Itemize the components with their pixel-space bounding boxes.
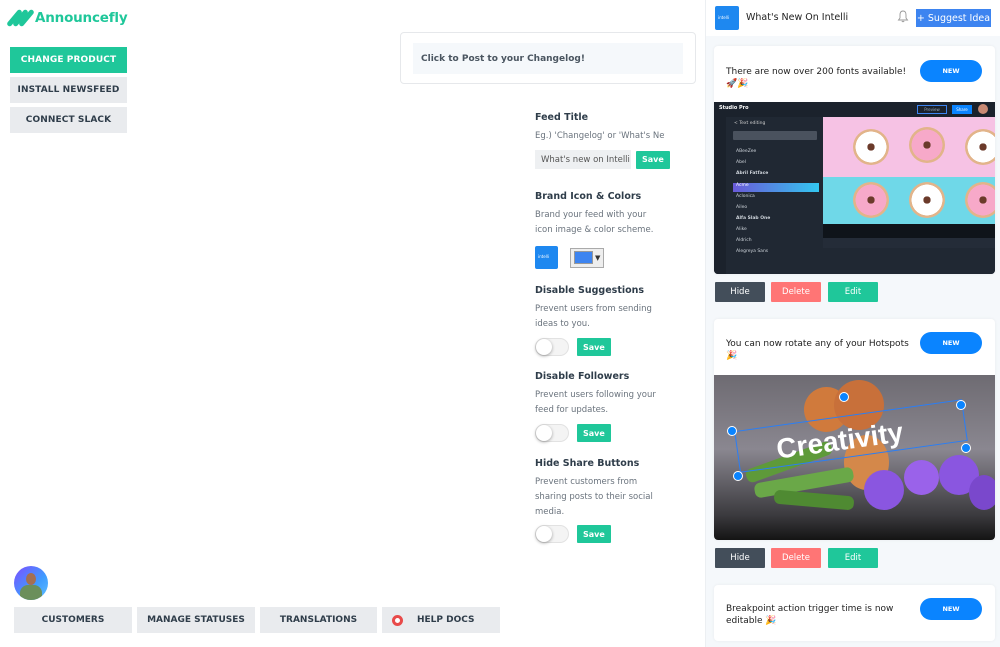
caret-down-icon: ▼ (595, 253, 601, 262)
post-text: You can now rotate any of your Hotspots … (726, 339, 909, 361)
disable-followers-save-button[interactable]: Save (577, 424, 611, 442)
edit-button[interactable]: Edit (828, 282, 878, 302)
hide-button[interactable]: Hide (715, 282, 765, 302)
feed-preview-header: intelli What's New On Intelli + Suggest … (706, 0, 1000, 36)
feed-title-save-button[interactable]: Save (636, 150, 670, 169)
disable-followers-heading: Disable Followers (535, 371, 630, 382)
post-image-studio-pro: Studio Pro Preview Share < Text editing … (714, 102, 995, 274)
resize-handle[interactable] (961, 443, 971, 453)
post-composer: Click to Post to your Changelog! (400, 32, 696, 84)
post-image-food: Creativity (714, 375, 995, 540)
suggest-idea-button[interactable]: + Suggest Idea (916, 9, 991, 27)
feed-title-section: Feed Title Eg.) 'Changelog' or 'What's N… (535, 112, 695, 169)
post-text: There are now over 200 fonts available! … (726, 67, 907, 89)
resize-handle[interactable] (956, 400, 966, 410)
bell-icon[interactable] (897, 10, 909, 23)
feed-preview-panel: intelli What's New On Intelli + Suggest … (705, 0, 1000, 647)
brand-section: Brand Icon & Colors Brand your feed with… (535, 191, 695, 269)
brand-icon-upload[interactable]: intelli (535, 246, 558, 269)
hide-button[interactable]: Hide (715, 548, 765, 568)
disable-followers-toggle[interactable] (535, 424, 569, 442)
color-swatch (574, 251, 593, 264)
help-docs-label: HELP DOCS (417, 615, 475, 625)
hide-share-desc: Prevent customers from sharing posts to … (535, 477, 653, 517)
user-avatar[interactable] (14, 566, 48, 600)
new-badge[interactable]: NEW (920, 598, 982, 620)
install-newsfeed-button[interactable]: INSTALL NEWSFEED (10, 77, 127, 103)
feed-brand-icon: intelli (715, 6, 739, 30)
translations-label: TRANSLATIONS (279, 615, 358, 625)
manage-statuses-button[interactable]: MANAGE STATUSES (137, 607, 255, 633)
disable-suggestions-toggle[interactable] (535, 338, 569, 356)
brand-color-picker[interactable]: ▼ (570, 247, 604, 268)
feed-post: You can now rotate any of your Hotspots … (714, 319, 995, 540)
manage-statuses-label: MANAGE STATUSES (147, 615, 245, 625)
feed-post: There are now over 200 fonts available! … (714, 46, 995, 274)
delete-button[interactable]: Delete (771, 548, 821, 568)
post-to-changelog-button[interactable]: Click to Post to your Changelog! (413, 43, 683, 74)
help-docs-button[interactable]: HELP DOCS (382, 607, 500, 633)
customers-button[interactable]: CUSTOMERS (14, 607, 132, 633)
feed-title-desc: Eg.) 'Changelog' or 'What's New' (535, 131, 665, 141)
app-root: Announcefly CHANGE PRODUCT INSTALL NEWSF… (0, 0, 1000, 647)
translations-button[interactable]: TRANSLATIONS (260, 607, 377, 633)
disable-suggestions-heading: Disable Suggestions (535, 285, 645, 296)
delete-button[interactable]: Delete (771, 282, 821, 302)
new-badge[interactable]: NEW (920, 332, 982, 354)
app-name: Announcefly (35, 10, 128, 26)
disable-suggestions-save-button[interactable]: Save (577, 338, 611, 356)
lifebuoy-icon (392, 614, 403, 626)
disable-suggestions-section: Disable Suggestions Prevent users from s… (535, 285, 695, 356)
connect-slack-button[interactable]: CONNECT SLACK (10, 107, 127, 133)
feed-title-input[interactable] (535, 150, 631, 169)
disable-followers-desc: Prevent users following your feed for up… (535, 390, 656, 415)
post-text: Breakpoint action trigger time is now ed… (726, 604, 894, 626)
disable-followers-section: Disable Followers Prevent users followin… (535, 371, 695, 442)
brand-desc: Brand your feed with your icon image & c… (535, 210, 654, 235)
hide-share-save-button[interactable]: Save (577, 525, 611, 543)
disable-suggestions-desc: Prevent users from sending ideas to you. (535, 304, 652, 329)
feed-title-heading: Feed Title (535, 112, 589, 123)
rotate-handle[interactable] (839, 392, 849, 402)
logo[interactable]: Announcefly (6, 8, 128, 28)
resize-handle[interactable] (733, 471, 743, 481)
hide-share-section: Hide Share Buttons Prevent customers fro… (535, 458, 695, 543)
brand-heading: Brand Icon & Colors (535, 191, 642, 202)
change-product-button[interactable]: CHANGE PRODUCT (10, 47, 127, 73)
feed-settings: Feed Title Eg.) 'Changelog' or 'What's N… (535, 112, 695, 543)
new-badge[interactable]: NEW (920, 60, 982, 82)
customers-label: CUSTOMERS (41, 615, 105, 625)
announcefly-logo-icon (6, 8, 35, 28)
feed-post: Breakpoint action trigger time is now ed… (714, 585, 995, 641)
resize-handle[interactable] (727, 426, 737, 436)
edit-button[interactable]: Edit (828, 548, 878, 568)
hide-share-heading: Hide Share Buttons (535, 458, 640, 469)
hide-share-toggle[interactable] (535, 525, 569, 543)
feed-title: What's New On Intelli (746, 12, 849, 23)
